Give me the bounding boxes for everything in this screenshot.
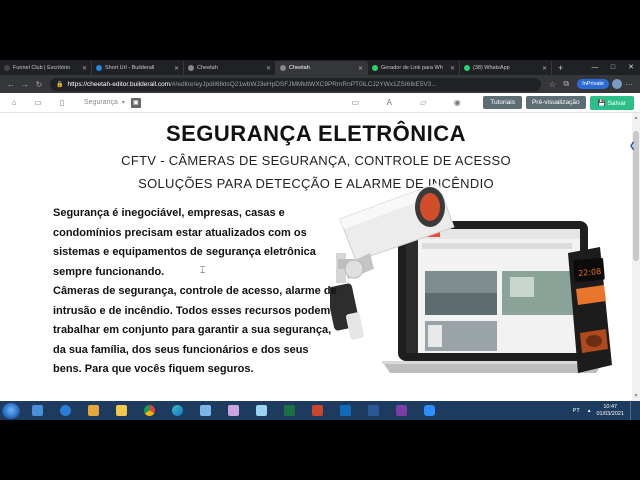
browser-tab[interactable]: Gerador de Link para Wh ✕ — [368, 61, 460, 75]
tab-favicon-icon — [280, 65, 286, 71]
laptop-image — [382, 221, 604, 373]
content-paragraphs: Segurança é inegociável, empresas, casas… — [53, 204, 338, 380]
editor-toolbar: ⌂ ▭ ▯ Segurança ▾ ▣ ▭ A ▱ ◉ Tutoriais Pr… — [0, 93, 640, 113]
app-icon[interactable] — [194, 402, 216, 419]
panel-toggle-icon[interactable]: ❮ — [629, 141, 636, 150]
browser-address-bar: ← → ↻ 🔒 https://cheetah-editor.builderal… — [0, 75, 640, 93]
more-menu-icon[interactable]: ⋯ — [622, 80, 636, 89]
new-tab-button[interactable]: + — [552, 61, 569, 75]
scroll-down-icon[interactable]: ▼ — [632, 393, 640, 399]
favorites-icon[interactable]: ☆ — [545, 80, 559, 89]
close-tab-icon[interactable]: ✕ — [266, 65, 271, 72]
collections-icon[interactable]: ⧉ — [559, 79, 573, 89]
close-window-icon[interactable]: ✕ — [622, 60, 640, 75]
taskbar-clock[interactable]: 10:47 01/03/2021 — [596, 404, 624, 418]
tab-favicon-icon — [464, 65, 470, 71]
scroll-up-icon[interactable]: ▲ — [632, 115, 640, 121]
tab-favicon-icon — [188, 65, 194, 71]
save-button[interactable]: 💾 Salvar — [589, 95, 634, 110]
tab-favicon-icon — [4, 65, 10, 71]
maximize-icon[interactable]: □ — [604, 60, 622, 75]
page-select[interactable]: Segurança ▾ — [84, 99, 125, 106]
layout-icon[interactable]: ▭ — [347, 98, 363, 107]
close-tab-icon[interactable]: ✕ — [450, 65, 455, 72]
browser-tab[interactable]: Funnel Club | Escritório ✕ — [0, 61, 92, 75]
window-controls: — □ ✕ — [586, 60, 640, 75]
browser-tabstrip: Funnel Club | Escritório ✕ Short Url - Bu… — [0, 60, 640, 75]
paragraph: Câmeras de segurança, controle de acesso… — [53, 285, 337, 375]
lock-icon: 🔒 — [56, 81, 64, 88]
zoom-icon[interactable] — [418, 402, 440, 419]
mouse-cursor-icon: ⌶ — [200, 265, 206, 275]
tab-favicon-icon — [372, 65, 378, 71]
visibility-icon[interactable]: ◉ — [449, 98, 465, 107]
security-equipment-illustration: 22:08 — [326, 173, 630, 401]
video-letterbox-top — [0, 0, 640, 60]
outlook-icon[interactable] — [334, 402, 356, 419]
folder-icon[interactable] — [110, 402, 132, 419]
reload-icon[interactable]: ↻ — [32, 80, 46, 89]
layers-icon[interactable]: ▱ — [415, 98, 431, 107]
forward-icon[interactable]: → — [18, 80, 32, 89]
page-settings-icon[interactable]: ▣ — [130, 97, 141, 108]
browser-tab[interactable]: Short Url - Builderall ✕ — [92, 61, 184, 75]
app2-icon[interactable] — [250, 402, 272, 419]
edge-icon[interactable] — [166, 402, 188, 419]
browser-tab[interactable]: Cheetah ✕ — [184, 61, 276, 75]
paint-icon[interactable] — [222, 402, 244, 419]
minimize-icon[interactable]: — — [586, 60, 604, 75]
mobile-view-icon[interactable]: ▯ — [54, 98, 70, 107]
preview-button[interactable]: Pré-visualização — [525, 96, 586, 109]
close-tab-icon[interactable]: ✕ — [174, 65, 179, 72]
browser-tab-active[interactable]: Cheetah ✕ — [276, 61, 368, 75]
inprivate-badge[interactable]: InPrivate — [577, 79, 609, 89]
video-letterbox-bottom — [0, 420, 640, 480]
chrome-icon[interactable] — [138, 402, 160, 419]
chevron-down-icon: ▾ — [121, 100, 125, 106]
system-tray: PT ▴ 10:47 01/03/2021 — [573, 401, 640, 420]
browser-tab[interactable]: (38) WhatsApp ✕ — [460, 61, 552, 75]
save-icon: 💾 — [597, 99, 608, 107]
home-icon[interactable]: ⌂ — [6, 98, 22, 107]
paragraph: Segurança é inegociável, empresas, casas… — [53, 207, 316, 278]
desktop-view-icon[interactable]: ▭ — [30, 98, 46, 107]
show-desktop-button[interactable] — [630, 401, 634, 420]
explorer-icon[interactable] — [26, 402, 48, 419]
ie-icon[interactable] — [54, 402, 76, 419]
language-indicator[interactable]: PT — [573, 408, 580, 414]
url-field[interactable]: 🔒 https://cheetah-editor.builderall.com /… — [50, 77, 542, 91]
page-subtitle: CFTV - CÂMERAS DE SEGURANÇA, CONTROLE DE… — [121, 153, 511, 168]
editor-canvas[interactable]: SEGURANÇA ELETRÔNICA CFTV - CÂMERAS DE S… — [0, 113, 640, 401]
windows-taskbar: PT ▴ 10:47 01/03/2021 — [0, 401, 640, 420]
start-button[interactable] — [2, 402, 20, 419]
close-tab-icon[interactable]: ✕ — [542, 65, 547, 72]
profile-avatar[interactable] — [612, 79, 622, 89]
tab-favicon-icon — [96, 65, 102, 71]
media-icon[interactable] — [82, 402, 104, 419]
back-icon[interactable]: ← — [4, 80, 18, 89]
onenote-icon[interactable] — [390, 402, 412, 419]
close-tab-icon[interactable]: ✕ — [358, 65, 363, 72]
scrollbar-thumb[interactable] — [633, 131, 639, 261]
word-icon[interactable] — [362, 402, 384, 419]
close-tab-icon[interactable]: ✕ — [82, 65, 87, 72]
font-icon[interactable]: A — [381, 98, 397, 107]
tutorials-button[interactable]: Tutoriais — [483, 96, 522, 109]
page-title: SEGURANÇA ELETRÔNICA — [165, 121, 467, 146]
powerpoint-icon[interactable] — [306, 402, 328, 419]
tray-arrow-icon[interactable]: ▴ — [588, 408, 591, 414]
excel-icon[interactable] — [278, 402, 300, 419]
